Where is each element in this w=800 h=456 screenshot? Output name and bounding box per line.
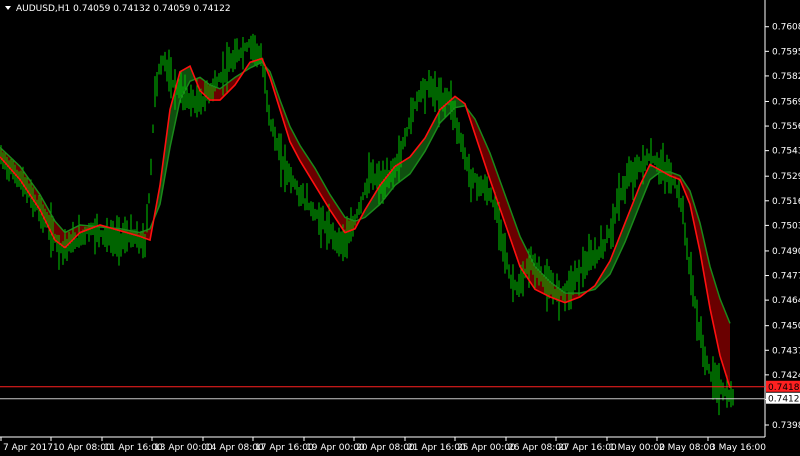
y-tick-label: 0.75563 <box>772 122 800 132</box>
x-tick-label: 2 May 08:00 <box>659 443 715 453</box>
y-tick-label: 0.75168 <box>772 197 800 207</box>
x-tick-label: 3 May 16:00 <box>710 443 766 453</box>
price-chart[interactable]: 0.76088 0.75958 0.75828 0.75693 0.75563 0.754… <box>0 0 800 456</box>
ribbon-segment <box>728 318 730 388</box>
y-tick-label: 0.75693 <box>772 97 800 107</box>
y-tick-label: 0.75298 <box>772 172 800 182</box>
y-tick-label: 0.74248 <box>772 371 800 381</box>
ribbon-segment <box>408 156 410 176</box>
y-tick-label: 0.76088 <box>772 23 800 33</box>
ribbon-segment <box>726 313 728 382</box>
ribbon-segment <box>404 159 406 179</box>
x-tick-label: 1 May 00:00 <box>609 443 665 453</box>
y-tick-label: 0.74773 <box>772 272 800 282</box>
current-price-label: 0.74122 <box>768 395 800 405</box>
ribbon-segment <box>406 158 408 177</box>
symbol-info-text: AUDUSD,H1 0.74059 0.74132 0.74059 0.7412… <box>16 4 231 14</box>
chart-header[interactable]: AUDUSD,H1 0.74059 0.74132 0.74059 0.7412… <box>5 4 231 14</box>
y-tick-label: 0.75038 <box>772 221 800 231</box>
y-tick-label: 0.74378 <box>772 346 800 356</box>
y-tick-label: 0.75828 <box>772 72 800 82</box>
y-tick-label: 0.74643 <box>772 296 800 306</box>
ribbon-segment <box>216 87 218 101</box>
y-tick-label: 0.75958 <box>772 47 800 57</box>
ribbon-segment <box>722 303 724 369</box>
ribbon-segment <box>402 160 404 180</box>
y-tick-label: 0.75433 <box>772 147 800 157</box>
y-tick-label: 0.73983 <box>772 421 800 431</box>
ribbon-segment <box>720 298 722 362</box>
ribbon-segment <box>218 88 220 101</box>
red-level-label: 0.74185 <box>768 383 800 393</box>
y-tick-label: 0.74903 <box>772 247 800 257</box>
ribbon-segment <box>724 308 726 375</box>
chart-background <box>0 0 800 456</box>
y-tick-label: 0.74508 <box>772 322 800 332</box>
x-tick-label: 7 Apr 2017 <box>3 443 53 453</box>
